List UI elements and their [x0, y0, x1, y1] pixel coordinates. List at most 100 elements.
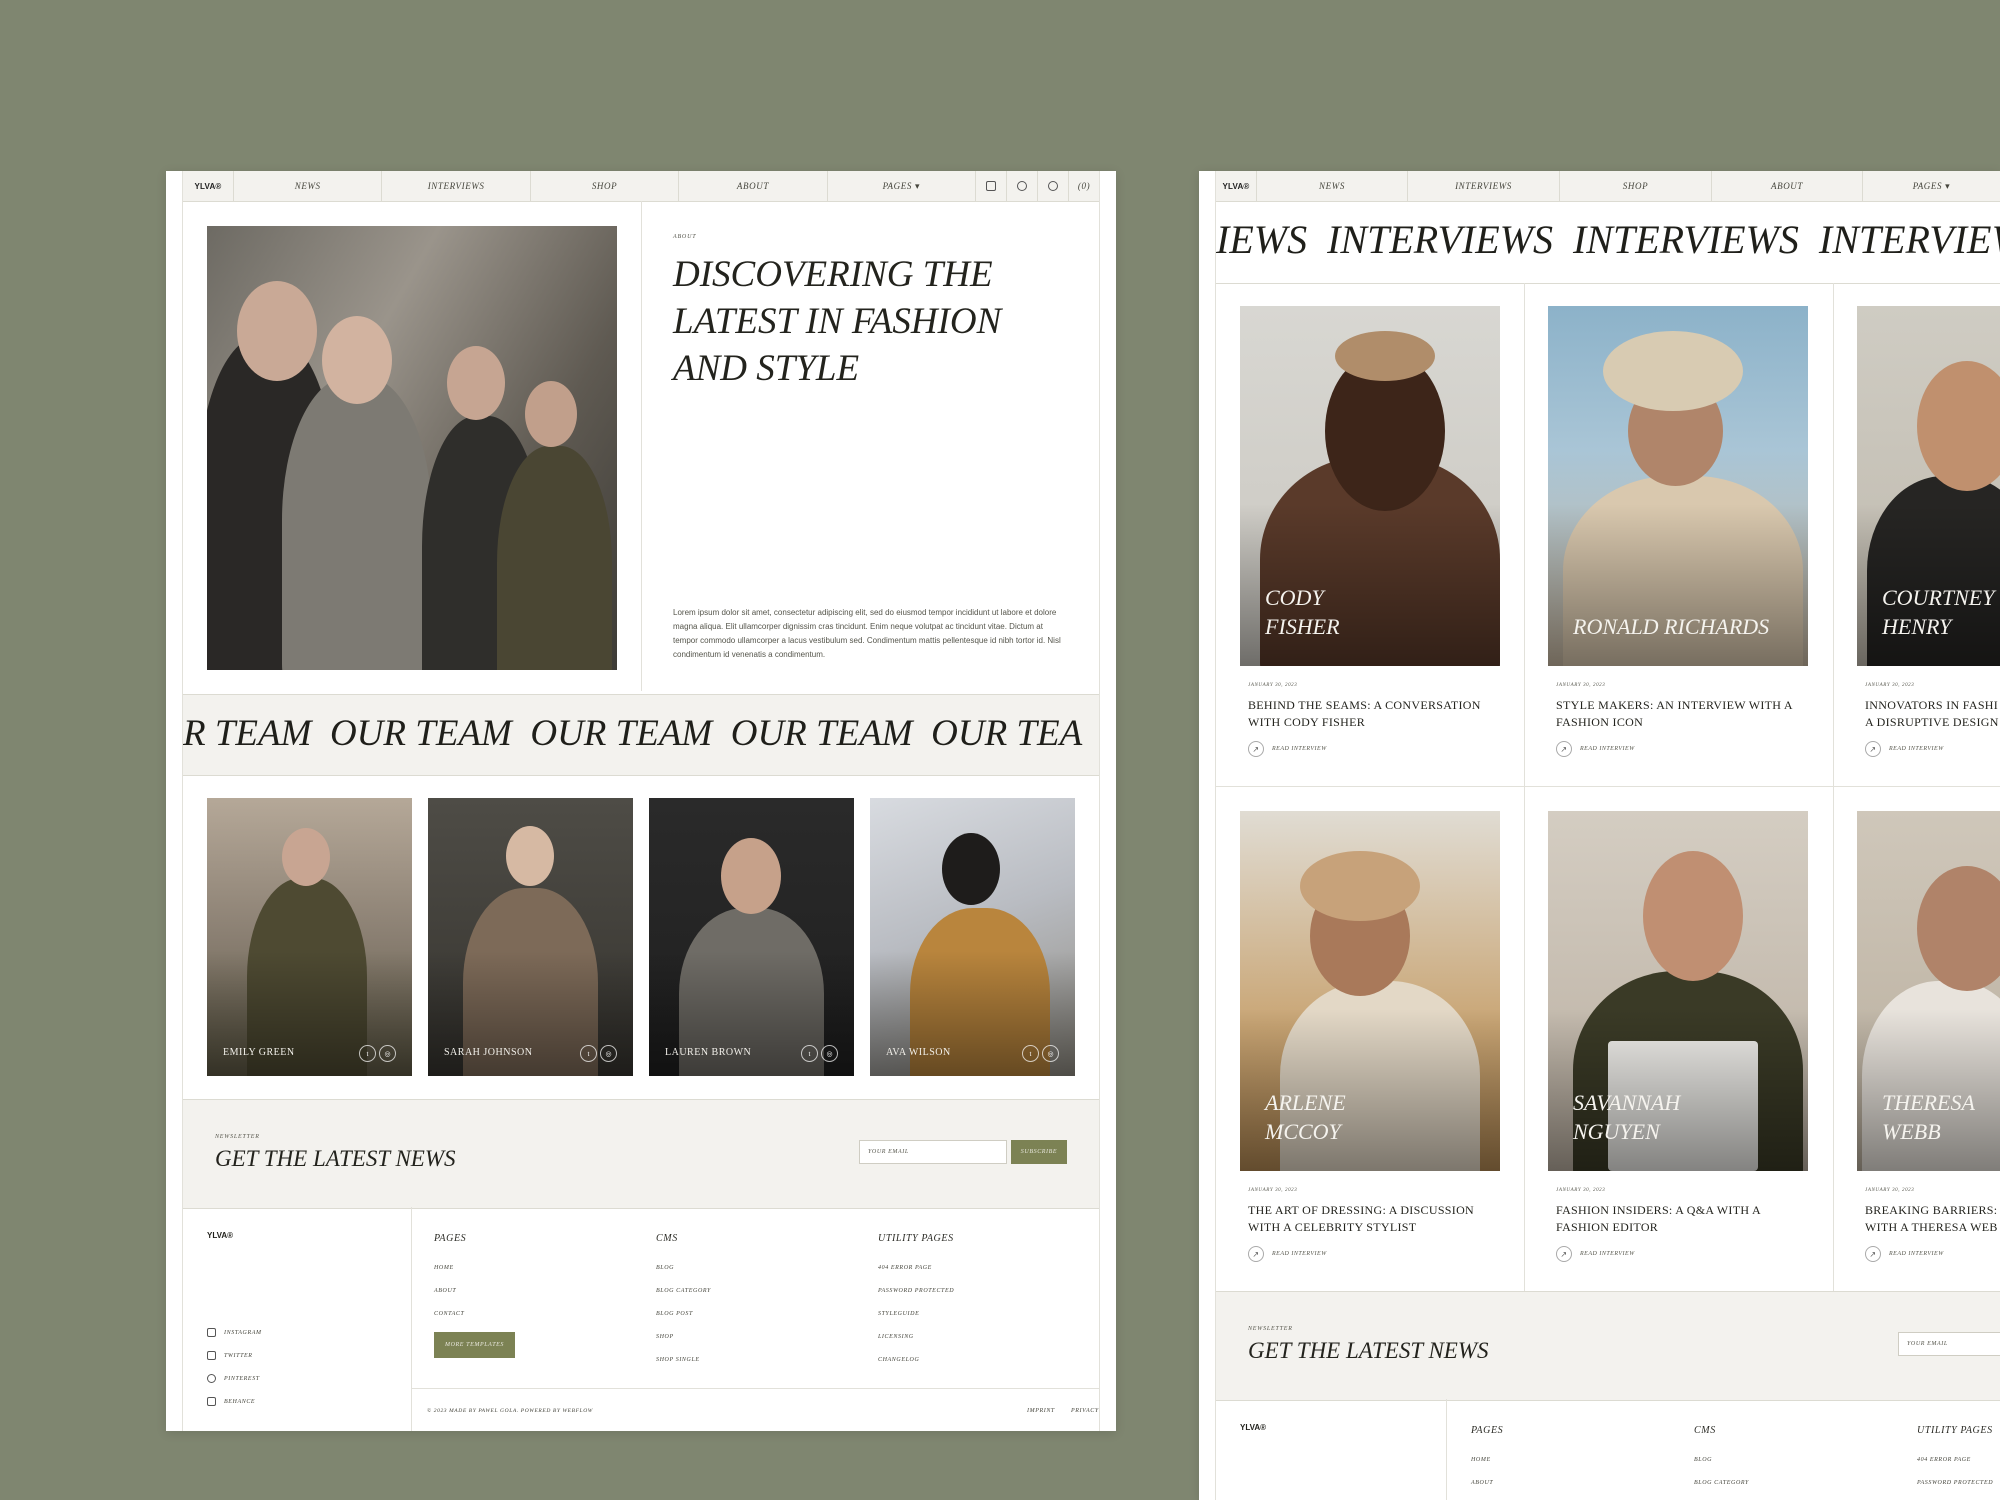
interview-title[interactable]: FASHION INSIDERS: A Q&A WITH A FASHION ED…: [1556, 1202, 1761, 1236]
footer-link-imprint[interactable]: IMPRINT: [1027, 1408, 1055, 1414]
read-interview-link[interactable]: ↗ READ INTERVIEW: [1865, 741, 1944, 757]
footer-col-cms-title: CMS: [1694, 1425, 1716, 1436]
twitter-icon[interactable]: t: [1022, 1045, 1039, 1062]
nav-item-interviews[interactable]: INTERVIEWS: [1408, 171, 1560, 201]
read-label: READ INTERVIEW: [1580, 746, 1635, 752]
footer-social-twitter[interactable]: TWITTER: [207, 1351, 253, 1360]
hero-title-line-3: AND STYLE: [673, 348, 860, 389]
interview-card-photo-arlene[interactable]: ARLENE MCCOY: [1240, 811, 1500, 1171]
footer-link-blog-category[interactable]: BLOG CATEGORY: [656, 1288, 711, 1294]
nav-logo[interactable]: YLVA®: [1216, 171, 1257, 201]
read-interview-link[interactable]: ↗ READ INTERVIEW: [1556, 1246, 1635, 1262]
footer-link-blog-category[interactable]: BLOG CATEGORY: [1694, 1480, 1749, 1486]
nav-item-about[interactable]: ABOUT: [1712, 171, 1863, 201]
interview-photo-name: SAVANNAH NGUYEN: [1573, 1088, 1680, 1146]
pinterest-icon[interactable]: [1007, 171, 1039, 201]
interview-card-photo-cody[interactable]: CODY FISHER: [1240, 306, 1500, 666]
footer-social-behance[interactable]: BEHANCE: [207, 1397, 255, 1406]
newsletter-section: NEWSLETTER GET THE LATEST NEWS YOUR EMAI…: [1216, 1291, 2000, 1401]
twitter-icon[interactable]: t: [359, 1045, 376, 1062]
more-templates-button[interactable]: MORE TEMPLATES: [434, 1332, 515, 1358]
hero-title: DISCOVERING THE LATEST IN FASHION AND ST…: [673, 251, 1001, 392]
instagram-icon[interactable]: ◎: [1042, 1045, 1059, 1062]
footer-link-404[interactable]: 404 ERROR PAGE: [878, 1265, 932, 1271]
nav-item-about[interactable]: ABOUT: [679, 171, 828, 201]
team-card-sarah[interactable]: SARAH JOHNSON t ◎: [428, 798, 633, 1076]
interview-date: JANUARY 30, 2023: [1248, 1188, 1298, 1193]
chat-icon[interactable]: [1038, 171, 1070, 201]
read-label: READ INTERVIEW: [1580, 1251, 1635, 1257]
instagram-icon[interactable]: ◎: [379, 1045, 396, 1062]
interview-card-photo-theresa[interactable]: THERESA WEBB: [1857, 811, 2000, 1171]
nav-item-shop[interactable]: SHOP: [531, 171, 680, 201]
footer-link-changelog[interactable]: CHANGELOG: [878, 1357, 919, 1363]
arrow-up-right-icon: ↗: [1556, 741, 1572, 757]
interview-photo-name: THERESA WEBB: [1882, 1088, 1975, 1146]
footer-logo[interactable]: YLVA®: [207, 1231, 233, 1240]
nav-item-interviews[interactable]: INTERVIEWS: [382, 171, 531, 201]
arrow-up-right-icon: ↗: [1865, 741, 1881, 757]
email-input[interactable]: YOUR EMAIL: [1898, 1332, 2000, 1356]
footer-social-instagram[interactable]: INSTAGRAM: [207, 1328, 262, 1337]
interview-title[interactable]: BEHIND THE SEAMS: A CONVERSATION WITH COD…: [1248, 697, 1481, 731]
footer-link-privacy[interactable]: PRIVACY: [1071, 1408, 1099, 1414]
read-interview-link[interactable]: ↗ READ INTERVIEW: [1248, 741, 1327, 757]
nav-item-news[interactable]: NEWS: [1257, 171, 1408, 201]
read-interview-link[interactable]: ↗ READ INTERVIEW: [1556, 741, 1635, 757]
twitter-icon[interactable]: t: [801, 1045, 818, 1062]
nav-item-shop[interactable]: SHOP: [1560, 171, 1712, 201]
team-card-ava[interactable]: AVA WILSON t ◎: [870, 798, 1075, 1076]
team-member-name: SARAH JOHNSON: [444, 1047, 533, 1058]
footer-link-about[interactable]: ABOUT: [434, 1288, 456, 1294]
interview-card-photo-ronald[interactable]: RONALD RICHARDS: [1548, 306, 1808, 666]
nav-pages-label: PAGES: [1912, 181, 1943, 191]
title-line: WITH CODY FISHER: [1248, 715, 1366, 729]
interview-card-photo-courtney[interactable]: COURTNEY HENRY: [1857, 306, 2000, 666]
footer-link-shop[interactable]: SHOP: [656, 1334, 674, 1340]
read-interview-link[interactable]: ↗ READ INTERVIEW: [1865, 1246, 1944, 1262]
interviews-page-preview: YLVA® NEWS INTERVIEWS SHOP ABOUT PAGES ▾…: [1199, 171, 2000, 1500]
interview-title[interactable]: STYLE MAKERS: AN INTERVIEW WITH A FASHION…: [1556, 697, 1793, 731]
footer-logo[interactable]: YLVA®: [1240, 1423, 1266, 1432]
footer-link-blog[interactable]: BLOG: [1694, 1457, 1712, 1463]
footer-link-404[interactable]: 404 ERROR PAGE: [1917, 1457, 1971, 1463]
instagram-icon: [207, 1328, 216, 1337]
interview-title[interactable]: INNOVATORS IN FASHI A DISRUPTIVE DESIGN: [1865, 697, 1999, 731]
email-input[interactable]: YOUR EMAIL: [859, 1140, 1007, 1164]
nav-item-pages[interactable]: PAGES ▾: [828, 171, 977, 201]
interview-title[interactable]: THE ART OF DRESSING: A DISCUSSION WITH A …: [1248, 1202, 1474, 1236]
footer-social-pinterest[interactable]: PINTEREST: [207, 1374, 260, 1383]
footer-link-shop-single[interactable]: SHOP SINGLE: [656, 1357, 700, 1363]
team-card-lauren[interactable]: LAUREN BROWN t ◎: [649, 798, 854, 1076]
team-card-emily[interactable]: EMILY GREEN t ◎: [207, 798, 412, 1076]
instagram-icon[interactable]: ◎: [821, 1045, 838, 1062]
footer-link-blog[interactable]: BLOG: [656, 1265, 674, 1271]
footer-link-contact[interactable]: CONTACT: [434, 1311, 464, 1317]
team-member-name: EMILY GREEN: [223, 1047, 295, 1058]
read-interview-link[interactable]: ↗ READ INTERVIEW: [1248, 1246, 1327, 1262]
footer-link-styleguide[interactable]: STYLEGUIDE: [878, 1311, 919, 1317]
twitter-icon[interactable]: t: [580, 1045, 597, 1062]
footer-col-utility-title: UTILITY PAGES: [878, 1233, 954, 1244]
footer-link-licensing[interactable]: LICENSING: [878, 1334, 914, 1340]
subscribe-button[interactable]: SUBSCRIBE: [1011, 1140, 1067, 1164]
footer-link-home[interactable]: HOME: [434, 1265, 454, 1271]
instagram-icon[interactable]: [976, 171, 1008, 201]
behance-icon: [207, 1397, 216, 1406]
team-member-name: LAUREN BROWN: [665, 1047, 752, 1058]
photo-name-line: ARLENE: [1265, 1090, 1346, 1115]
footer-link-about[interactable]: ABOUT: [1471, 1480, 1493, 1486]
nav-item-pages[interactable]: PAGES ▾: [1863, 171, 2000, 201]
footer-link-password[interactable]: PASSWORD PROTECTED: [878, 1288, 954, 1294]
instagram-icon[interactable]: ◎: [600, 1045, 617, 1062]
chevron-down-icon: ▾: [1945, 180, 1951, 191]
footer-link-home[interactable]: HOME: [1471, 1457, 1491, 1463]
footer-link-blog-post[interactable]: BLOG POST: [656, 1311, 693, 1317]
cart-count[interactable]: (0): [1069, 171, 1099, 201]
nav-logo[interactable]: YLVA®: [183, 171, 234, 201]
footer-link-password[interactable]: PASSWORD PROTECTED: [1917, 1480, 1993, 1486]
title-line: FASHION ICON: [1556, 715, 1644, 729]
interview-card-photo-savannah[interactable]: SAVANNAH NGUYEN: [1548, 811, 1808, 1171]
interview-title[interactable]: BREAKING BARRIERS: WITH A THERESA WEB: [1865, 1202, 1998, 1236]
nav-item-news[interactable]: NEWS: [234, 171, 383, 201]
